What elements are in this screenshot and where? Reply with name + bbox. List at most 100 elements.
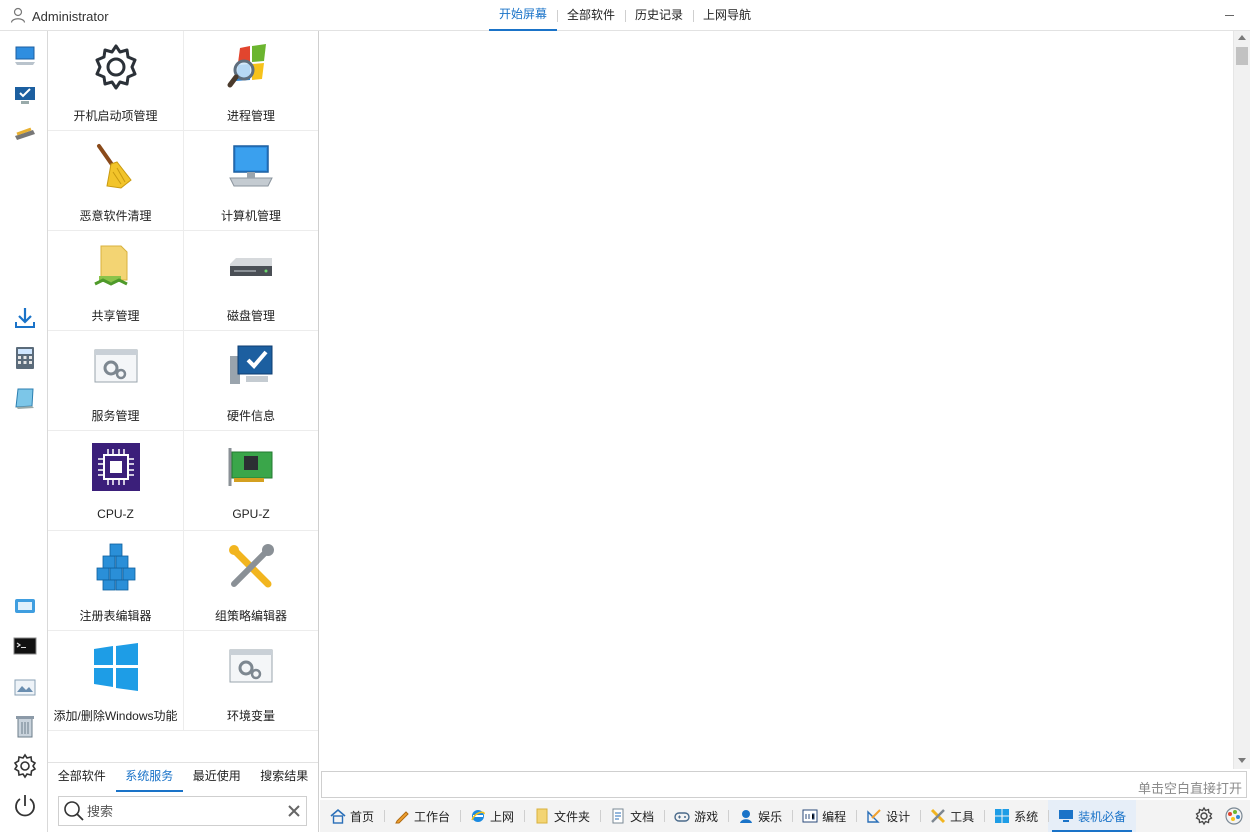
home-icon	[330, 808, 346, 824]
app-tile-malware-cleanup[interactable]: 恶意软件清理	[48, 131, 184, 231]
app-label: 组策略编辑器	[214, 609, 287, 623]
power-icon[interactable]	[12, 793, 38, 819]
remote-window-icon[interactable]	[12, 593, 38, 619]
user-name: Administrator	[32, 8, 109, 24]
skin-button[interactable]	[1224, 806, 1244, 826]
app-panel: 开机启动项管理 进程管理 恶意软件清理 计算机管理 共享管理 磁盘管理 服务管理…	[48, 31, 319, 832]
category-documents[interactable]: 文档	[600, 800, 664, 832]
recycle-bin-icon[interactable]	[12, 713, 38, 739]
category-design[interactable]: 设计	[856, 800, 920, 832]
tab-all-software[interactable]: 全部软件	[48, 763, 116, 792]
category-label: 文件夹	[554, 809, 591, 824]
panel-tabs: 全部软件 系统服务 最近使用 搜索结果	[48, 762, 318, 792]
app-tile-environment-variables[interactable]: 环境变量	[184, 631, 318, 731]
close-icon	[288, 805, 300, 817]
terminal-icon[interactable]	[12, 633, 38, 659]
app-tile-registry-editor[interactable]: 注册表编辑器	[48, 531, 184, 631]
windows-icon	[994, 808, 1010, 824]
scroll-up-arrow[interactable]	[1238, 35, 1246, 40]
user-account[interactable]: Administrator	[10, 6, 109, 26]
computer-icon[interactable]	[12, 43, 38, 69]
app-label: 进程管理	[226, 109, 275, 123]
category-label: 编程	[822, 809, 847, 824]
search-icon	[61, 798, 87, 824]
gamepad-icon	[674, 808, 690, 824]
scroll-thumb[interactable]	[1236, 47, 1248, 65]
app-tile-process-manager[interactable]: 进程管理	[184, 31, 318, 131]
app-label: 恶意软件清理	[79, 209, 152, 223]
launch-area[interactable]	[320, 31, 1233, 769]
app-label: 计算机管理	[220, 209, 281, 223]
app-tile-group-policy-editor[interactable]: 组策略编辑器	[184, 531, 318, 631]
monitor-check-icon[interactable]	[12, 83, 38, 109]
tab-history[interactable]: 历史记录	[625, 0, 693, 31]
folder-icon	[534, 808, 550, 824]
app-tile-gpu-z[interactable]: GPU-Z	[184, 431, 318, 531]
category-label: 上网	[490, 809, 515, 824]
tab-recently-used[interactable]: 最近使用	[183, 763, 251, 792]
entertainment-icon	[738, 808, 754, 824]
app-tile-startup-manager[interactable]: 开机启动项管理	[48, 31, 184, 131]
graphics-card-icon	[225, 441, 277, 493]
category-programming[interactable]: 编程	[792, 800, 856, 832]
app-label: 添加/删除Windows功能	[53, 709, 178, 723]
design-icon	[866, 808, 882, 824]
shared-folder-icon	[90, 241, 142, 293]
app-label: 开机启动项管理	[73, 109, 158, 123]
category-label: 游戏	[694, 809, 719, 824]
category-entertainment[interactable]: 娱乐	[728, 800, 792, 832]
category-bar: 首页 工作台 上网 文件夹 文档 游戏 娱乐 编程 设计 工具 系统 装机必备	[320, 800, 1250, 832]
category-home[interactable]: 首页	[320, 800, 384, 832]
app-tile-hardware-info[interactable]: 硬件信息	[184, 331, 318, 431]
settings-icon[interactable]	[12, 753, 38, 779]
download-icon[interactable]	[12, 305, 38, 331]
tab-start-screen[interactable]: 开始屏幕	[489, 0, 558, 31]
scanner-icon[interactable]	[12, 121, 38, 147]
app-label: 注册表编辑器	[79, 609, 152, 623]
disk-drive-icon	[225, 241, 277, 293]
vertical-scrollbar[interactable]	[1233, 31, 1250, 769]
calculator-icon[interactable]	[12, 345, 38, 371]
tab-all-software[interactable]: 全部软件	[557, 0, 625, 31]
app-label: 环境变量	[226, 709, 275, 723]
title-bar: Administrator 开始屏幕 全部软件 历史记录 上网导航	[0, 0, 1250, 31]
category-label: 娱乐	[758, 809, 783, 824]
search-input[interactable]	[87, 803, 282, 819]
category-system[interactable]: 系统	[984, 800, 1048, 832]
broom-icon	[90, 141, 142, 193]
monitor-icon	[1058, 808, 1074, 824]
tools-wrench-icon	[225, 541, 277, 593]
app-tile-disk-management[interactable]: 磁盘管理	[184, 231, 318, 331]
clear-search-button[interactable]	[282, 799, 306, 823]
scroll-down-arrow[interactable]	[1238, 758, 1246, 763]
tools-icon	[930, 808, 946, 824]
tab-web-nav[interactable]: 上网导航	[693, 0, 761, 31]
desktop-computer-icon	[225, 141, 277, 193]
notebook-icon[interactable]	[12, 385, 38, 411]
hardware-monitor-icon	[225, 341, 277, 393]
bottom-settings-button[interactable]	[1194, 806, 1214, 826]
minimize-button[interactable]	[1222, 8, 1238, 22]
app-tile-service-management[interactable]: 服务管理	[48, 331, 184, 431]
category-folders[interactable]: 文件夹	[524, 800, 600, 832]
category-games[interactable]: 游戏	[664, 800, 728, 832]
app-label: CPU-Z	[97, 507, 134, 521]
image-viewer-icon[interactable]	[12, 675, 38, 701]
category-essentials[interactable]: 装机必备	[1048, 800, 1137, 832]
hint-bar[interactable]: 单击空白直接打开	[321, 771, 1247, 798]
category-tools[interactable]: 工具	[920, 800, 984, 832]
quick-launch-strip	[0, 31, 48, 832]
category-workbench[interactable]: 工作台	[384, 800, 460, 832]
tab-system-services[interactable]: 系统服务	[115, 763, 183, 792]
category-label: 设计	[886, 809, 911, 824]
app-tile-windows-features[interactable]: 添加/删除Windows功能	[48, 631, 184, 731]
windows-search-icon	[225, 41, 277, 93]
palette-icon	[1225, 807, 1243, 825]
app-tile-cpu-z[interactable]: CPU-Z	[48, 431, 184, 531]
category-label: 装机必备	[1078, 809, 1127, 824]
tab-search-results[interactable]: 搜索结果	[251, 763, 319, 792]
app-tile-computer-management[interactable]: 计算机管理	[184, 131, 318, 231]
app-tile-share-management[interactable]: 共享管理	[48, 231, 184, 331]
category-web[interactable]: 上网	[460, 800, 524, 832]
category-label: 工具	[950, 809, 975, 824]
